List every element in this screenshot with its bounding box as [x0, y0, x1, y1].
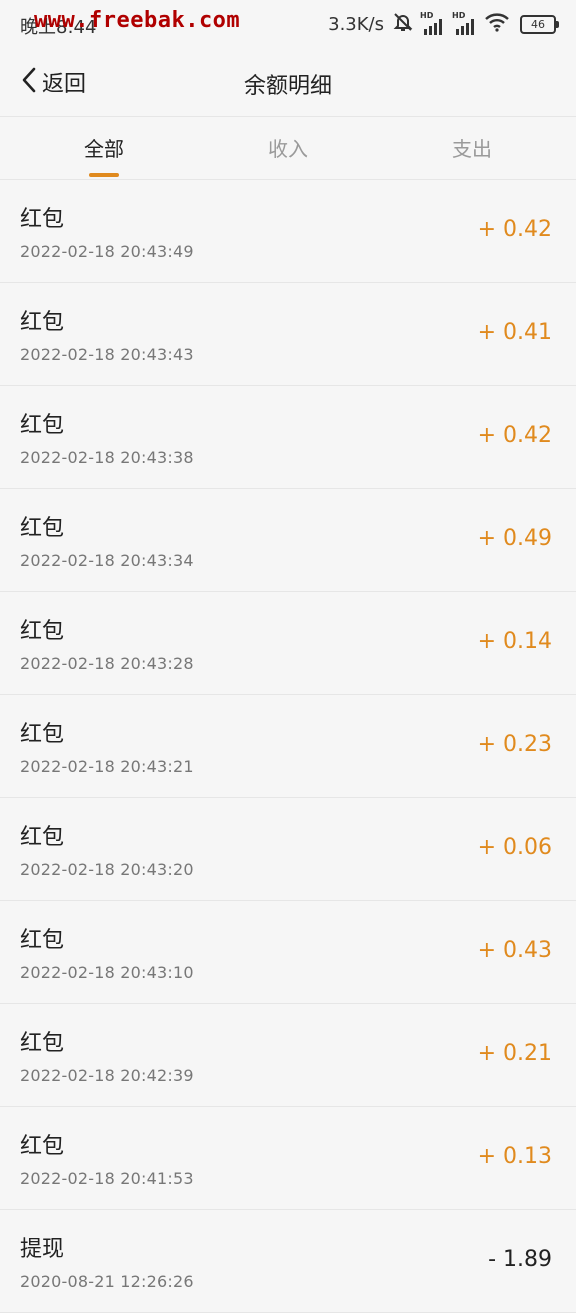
transaction-time: 2022-02-18 20:43:38: [20, 448, 194, 467]
transaction-title: 红包: [20, 1134, 65, 1159]
transaction-row[interactable]: 红包 2022-02-18 20:43:28 + 0.14: [0, 592, 576, 695]
transaction-amount: + 0.21: [477, 1041, 552, 1066]
status-icons: 3.3K/s HD HD 46: [328, 11, 559, 38]
transaction-title: 红包: [20, 722, 65, 747]
tab-all-label: 全部: [84, 137, 124, 161]
transaction-title: 红包: [20, 619, 65, 644]
signal-2-icon: HD: [452, 11, 478, 35]
watermark: www.freebak.com: [34, 8, 241, 33]
transaction-amount: + 0.06: [477, 835, 552, 860]
transaction-amount: + 0.41: [477, 320, 552, 345]
transaction-title: 红包: [20, 207, 65, 232]
transaction-amount: + 0.49: [477, 526, 552, 551]
transaction-row[interactable]: 红包 2022-02-18 20:43:49 + 0.42: [0, 180, 576, 283]
transaction-title: 红包: [20, 516, 65, 541]
tab-expense[interactable]: 支出: [376, 117, 568, 181]
transaction-title: 红包: [20, 928, 65, 953]
transaction-row[interactable]: 红包 2022-02-18 20:42:39 + 0.21: [0, 1004, 576, 1107]
transaction-row[interactable]: 红包 2022-02-18 20:43:21 + 0.23: [0, 695, 576, 798]
transaction-title: 红包: [20, 1031, 65, 1056]
transaction-time: 2022-02-18 20:43:34: [20, 551, 194, 570]
transaction-row[interactable]: 红包 2022-02-18 20:43:38 + 0.42: [0, 386, 576, 489]
transaction-time: 2022-02-18 20:43:21: [20, 757, 194, 776]
navigation-bar: 返回 余额明细: [0, 48, 576, 116]
transaction-row[interactable]: 红包 2022-02-18 20:43:34 + 0.49: [0, 489, 576, 592]
transaction-amount: + 0.42: [477, 423, 552, 448]
transaction-row[interactable]: 红包 2022-02-18 20:43:10 + 0.43: [0, 901, 576, 1004]
transaction-amount: + 0.13: [477, 1144, 552, 1169]
tab-expense-label: 支出: [452, 137, 492, 161]
transaction-time: 2022-02-18 20:42:39: [20, 1066, 194, 1085]
transaction-time: 2022-02-18 20:43:49: [20, 242, 194, 261]
tab-income-label: 收入: [268, 137, 308, 161]
tab-income[interactable]: 收入: [192, 117, 384, 181]
wifi-icon: [484, 12, 510, 37]
transaction-title: 红包: [20, 413, 65, 438]
transaction-title: 提现: [20, 1237, 65, 1262]
page-title: 余额明细: [243, 74, 332, 99]
transaction-amount: + 0.42: [477, 217, 552, 242]
tab-all[interactable]: 全部: [8, 117, 200, 181]
transaction-time: 2022-02-18 20:43:20: [20, 860, 194, 879]
transaction-list: 红包 2022-02-18 20:43:49 + 0.42 红包 2022-02…: [0, 180, 576, 1313]
signal-1-icon: HD: [420, 11, 446, 35]
transaction-time: 2022-02-18 20:43:43: [20, 345, 194, 364]
transaction-row[interactable]: 红包 2022-02-18 20:43:43 + 0.41: [0, 283, 576, 386]
transaction-row[interactable]: 红包 2022-02-18 20:43:20 + 0.06: [0, 798, 576, 901]
tab-active-indicator: [89, 173, 119, 177]
transaction-time: 2020-08-21 12:26:26: [20, 1272, 194, 1291]
transaction-row[interactable]: 红包 2022-02-18 20:41:53 + 0.13: [0, 1107, 576, 1210]
battery-icon: 46: [520, 14, 559, 34]
transaction-amount: + 0.43: [477, 938, 552, 963]
tab-bar: 全部 收入 支出: [0, 116, 576, 180]
transaction-row[interactable]: 提现 2020-08-21 12:26:26 - 1.89: [0, 1210, 576, 1313]
transaction-time: 2022-02-18 20:43:28: [20, 654, 194, 673]
status-bar: 晚上8:44 www.freebak.com 3.3K/s HD HD 46: [0, 0, 576, 48]
transaction-amount: + 0.23: [477, 732, 552, 757]
transaction-amount: - 1.89: [488, 1247, 552, 1272]
transaction-time: 2022-02-18 20:41:53: [20, 1169, 194, 1188]
transaction-title: 红包: [20, 310, 65, 335]
transaction-amount: + 0.14: [477, 629, 552, 654]
transaction-title: 红包: [20, 825, 65, 850]
transaction-time: 2022-02-18 20:43:10: [20, 963, 194, 982]
network-speed: 3.3K/s: [328, 13, 384, 35]
mute-bell-icon: [392, 11, 414, 38]
